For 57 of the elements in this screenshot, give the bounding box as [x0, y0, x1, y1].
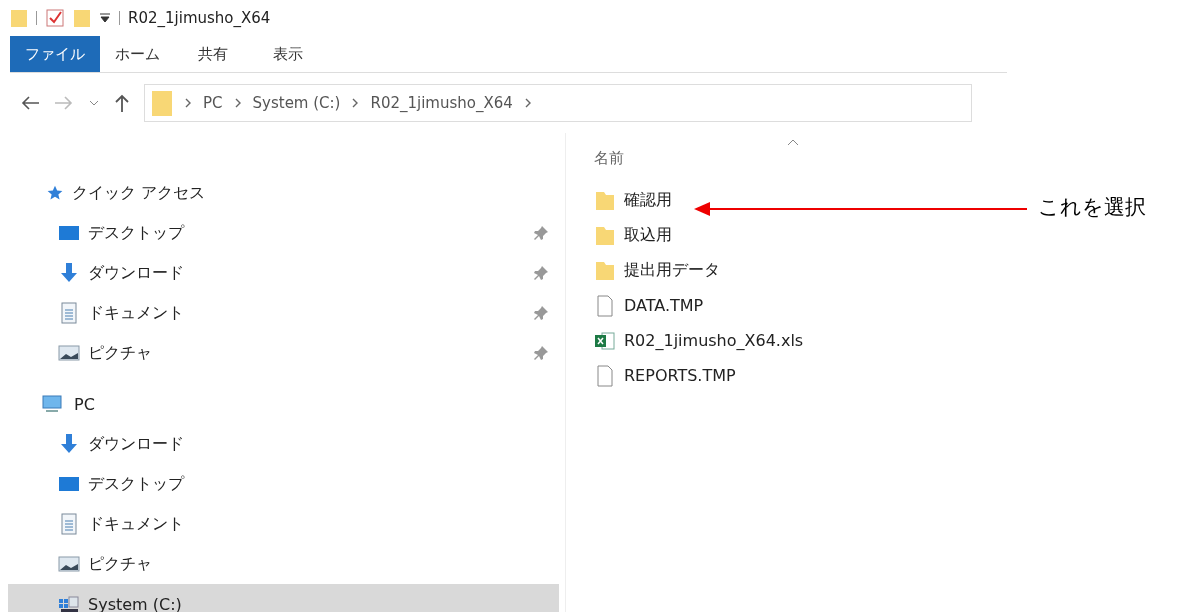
file-item[interactable]: 取込用 [594, 218, 672, 253]
chevron-icon [524, 98, 531, 108]
nav-item[interactable]: System (C:) [8, 584, 559, 612]
pictures-icon [58, 553, 80, 575]
path-segment[interactable]: System (C:) [252, 94, 341, 112]
pin-icon [533, 345, 549, 361]
path-segment[interactable]: R02_1jimusho_X64 [370, 94, 513, 112]
chevron-icon [185, 98, 191, 108]
sort-icon [786, 137, 800, 147]
nav-item[interactable]: PC [8, 384, 559, 424]
annotation-text: これを選択 [1038, 194, 1146, 221]
file-item[interactable]: 確認用 [594, 183, 672, 218]
nav-item[interactable]: クイック アクセス [8, 173, 559, 213]
column-header[interactable]: 名前 [594, 148, 624, 168]
download-icon [58, 433, 80, 455]
ribbon-tab[interactable]: 共有 [175, 36, 250, 72]
file-item[interactable]: 提出用データ [594, 253, 720, 288]
nav-item[interactable]: ピクチャ [8, 544, 559, 584]
document-icon [58, 302, 80, 324]
document-icon [58, 513, 80, 535]
folder-icon [151, 89, 173, 117]
file-item[interactable]: R02_1jimusho_X64.xls [594, 323, 804, 358]
star-icon [46, 184, 64, 202]
ribbon-tab[interactable]: ファイル [10, 36, 100, 72]
pin-icon [533, 225, 549, 241]
folder-icon [594, 189, 616, 212]
address-bar[interactable]: PC System (C:) R02_1jimusho_X64 [144, 84, 972, 122]
file-item[interactable]: DATA.TMP [594, 288, 704, 323]
ribbon-tab[interactable]: 表示 [250, 36, 325, 72]
window-title: R02_1jimusho_X64 [128, 9, 271, 27]
chevron-icon [352, 98, 359, 108]
download-icon [58, 262, 80, 284]
back-icon[interactable] [20, 95, 40, 111]
nav-item[interactable]: ドキュメント [8, 504, 559, 544]
nav-item[interactable]: ドキュメント [8, 293, 559, 333]
folder-icon [594, 259, 616, 282]
file-item[interactable]: REPORTS.TMP [594, 358, 736, 393]
dropdown-icon[interactable] [99, 12, 111, 24]
checkbox-icon[interactable] [45, 8, 65, 28]
nav-item[interactable]: ダウンロード [8, 253, 559, 293]
file-icon [594, 364, 616, 387]
chevron-icon [234, 98, 241, 108]
chevron-down-icon[interactable] [88, 98, 100, 108]
nav-item[interactable]: デスクトップ [8, 464, 559, 504]
spreadsheet-icon [594, 329, 616, 352]
up-icon[interactable] [114, 93, 130, 113]
drive-icon [58, 593, 80, 612]
nav-item[interactable]: ダウンロード [8, 424, 559, 464]
file-icon [594, 294, 616, 317]
nav-item[interactable]: デスクトップ [8, 213, 559, 253]
ribbon-tab[interactable]: ホーム [100, 36, 175, 72]
nav-item[interactable]: ピクチャ [8, 333, 559, 373]
folder-icon [594, 224, 616, 247]
pin-icon [533, 265, 549, 281]
pin-icon [533, 305, 549, 321]
path-segment[interactable]: PC [203, 94, 223, 112]
pictures-icon [58, 342, 80, 364]
